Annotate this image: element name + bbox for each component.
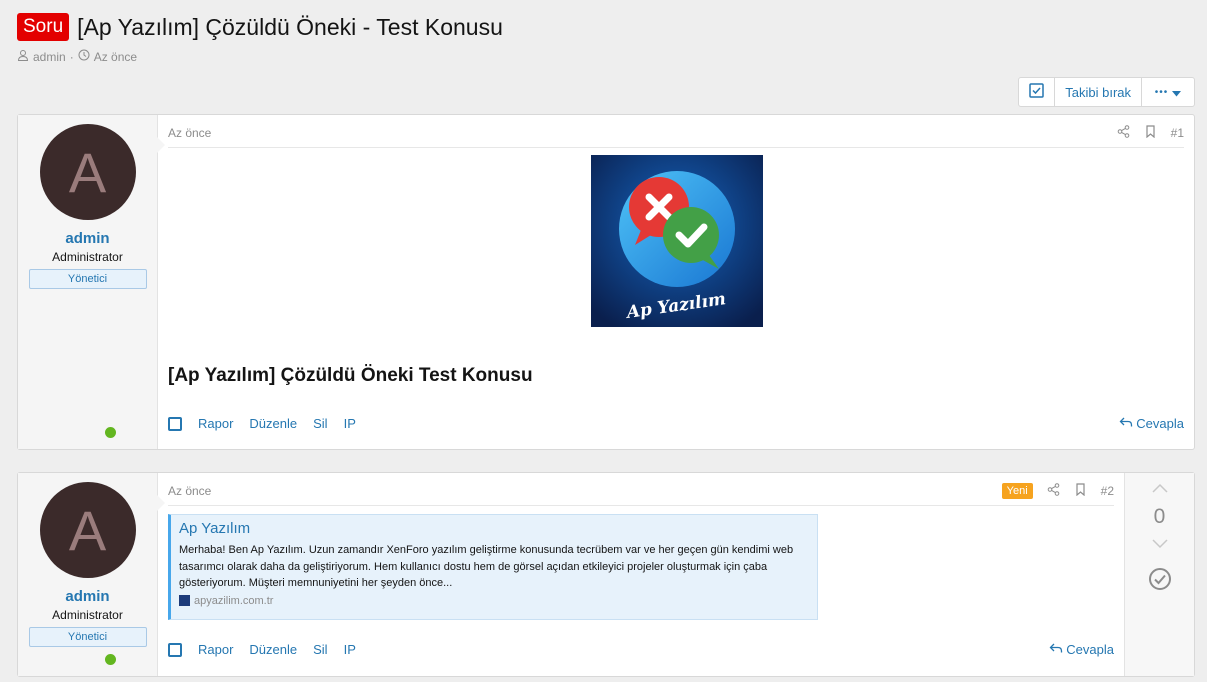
link-preview-description: Merhaba! Ben Ap Yazılım. Uzun zamandır X… <box>179 544 794 589</box>
vote-count: 0 <box>1153 505 1166 528</box>
online-indicator-icon <box>102 651 119 668</box>
reply-icon <box>1119 415 1133 432</box>
post-footer: Rapor Düzenle Sil IP Cevapla <box>168 415 1184 432</box>
user-title: Administrator <box>52 250 123 264</box>
meta-separator: · <box>69 49 74 64</box>
share-icon[interactable] <box>1117 124 1130 141</box>
post-header: Az önce Yeni #2 <box>168 476 1114 506</box>
caret-down-icon <box>1172 85 1182 100</box>
avatar-letter: A <box>68 140 107 204</box>
share-icon[interactable] <box>1047 482 1060 499</box>
post-footer: Rapor Düzenle Sil IP Cevapla <box>168 641 1114 658</box>
reply-icon <box>1049 641 1063 658</box>
post-user-cell: A admin Administrator Yönetici <box>18 115 165 449</box>
more-label: ••• <box>1154 86 1169 98</box>
link-preview-card[interactable]: Ap Yazılım Merhaba! Ben Ap Yazılım. Uzun… <box>168 514 818 620</box>
bookmark-icon[interactable] <box>1144 124 1157 141</box>
post-body-text: [Ap Yazılım] Çözüldü Öneki Test Konusu <box>168 365 533 386</box>
delete-link[interactable]: Sil <box>313 416 327 431</box>
bookmark-icon[interactable] <box>1074 482 1087 499</box>
user-banner: Yönetici <box>28 627 147 647</box>
select-post-checkbox[interactable] <box>168 416 182 431</box>
delete-link[interactable]: Sil <box>313 642 327 657</box>
unfollow-button[interactable]: Takibi bırak <box>1055 78 1142 106</box>
checkbox-icon <box>1029 83 1044 101</box>
clock-icon <box>78 49 90 64</box>
reply-label: Cevapla <box>1136 416 1184 431</box>
title-row: Soru [Ap Yazılım] Çözüldü Öneki - Test K… <box>17 13 1207 41</box>
thread-action-bar: Takibi bırak ••• <box>1018 77 1195 107</box>
thread-author[interactable]: admin <box>33 50 66 64</box>
watch-toggle-button[interactable] <box>1019 78 1056 106</box>
user-icon <box>17 49 29 64</box>
post-header-actions: #1 <box>1117 124 1184 141</box>
vote-cell: 0 <box>1124 473 1194 676</box>
avatar[interactable]: A <box>39 124 136 220</box>
post-header: Az önce #1 <box>168 118 1184 148</box>
post-footer-actions: Rapor Düzenle Sil IP <box>168 416 356 431</box>
post-user-cell: A admin Administrator Yönetici <box>18 473 165 676</box>
post-date[interactable]: Az önce <box>168 484 211 498</box>
post-number[interactable]: #1 <box>1171 126 1184 140</box>
ip-link[interactable]: IP <box>344 416 356 431</box>
favicon-icon <box>179 595 190 606</box>
user-title: Administrator <box>52 608 123 622</box>
edit-link[interactable]: Düzenle <box>249 416 297 431</box>
post-1: A admin Administrator Yönetici Az önce #… <box>17 114 1195 450</box>
reply-label: Cevapla <box>1066 642 1114 657</box>
reply-button[interactable]: Cevapla <box>1049 641 1114 658</box>
post-header-actions: Yeni #2 <box>1001 482 1114 499</box>
new-badge: Yeni <box>1001 482 1033 499</box>
thread-time[interactable]: Az önce <box>94 50 137 64</box>
avatar-letter: A <box>68 498 107 562</box>
report-link[interactable]: Rapor <box>198 416 233 431</box>
edit-link[interactable]: Düzenle <box>249 642 297 657</box>
post-main-cell: Az önce Yeni #2 Ap Yazılım Merhaba! Ben … <box>158 473 1124 676</box>
ip-link[interactable]: IP <box>344 642 356 657</box>
thread-prefix[interactable]: Soru <box>17 13 70 41</box>
link-preview-domain[interactable]: apyazilim.com.tr <box>194 595 273 607</box>
thread-meta: admin · Az önce <box>17 49 1207 64</box>
downvote-chevron-icon[interactable] <box>1151 539 1168 549</box>
link-preview-title[interactable]: Ap Yazılım <box>179 520 809 537</box>
upvote-chevron-icon[interactable] <box>1151 483 1168 493</box>
post-footer-actions: Rapor Düzenle Sil IP <box>168 642 356 657</box>
post-username[interactable]: admin <box>65 588 109 605</box>
thread-title: [Ap Yazılım] Çözüldü Öneki - Test Konusu <box>77 13 503 40</box>
avatar[interactable]: A <box>39 482 136 578</box>
post-username[interactable]: admin <box>65 230 109 247</box>
report-link[interactable]: Rapor <box>198 642 233 657</box>
link-preview-domain-row: apyazilim.com.tr <box>179 595 809 607</box>
post-image[interactable]: Ap Yazılım <box>591 155 763 327</box>
more-options-button[interactable]: ••• <box>1142 78 1194 106</box>
post-2: A admin Administrator Yönetici Az önce Y… <box>17 472 1195 677</box>
post-date[interactable]: Az önce <box>168 126 211 140</box>
reply-button[interactable]: Cevapla <box>1119 415 1184 432</box>
post-number[interactable]: #2 <box>1101 484 1114 498</box>
post-main-cell: Az önce #1 Ap Yazılım [Ap Yazılım] Çözül… <box>158 115 1194 449</box>
mark-solution-icon[interactable] <box>1148 567 1172 591</box>
online-indicator-icon <box>102 424 119 441</box>
user-banner: Yönetici <box>28 269 147 289</box>
thread-header: Soru [Ap Yazılım] Çözüldü Öneki - Test K… <box>17 13 1207 64</box>
select-post-checkbox[interactable] <box>168 642 182 657</box>
